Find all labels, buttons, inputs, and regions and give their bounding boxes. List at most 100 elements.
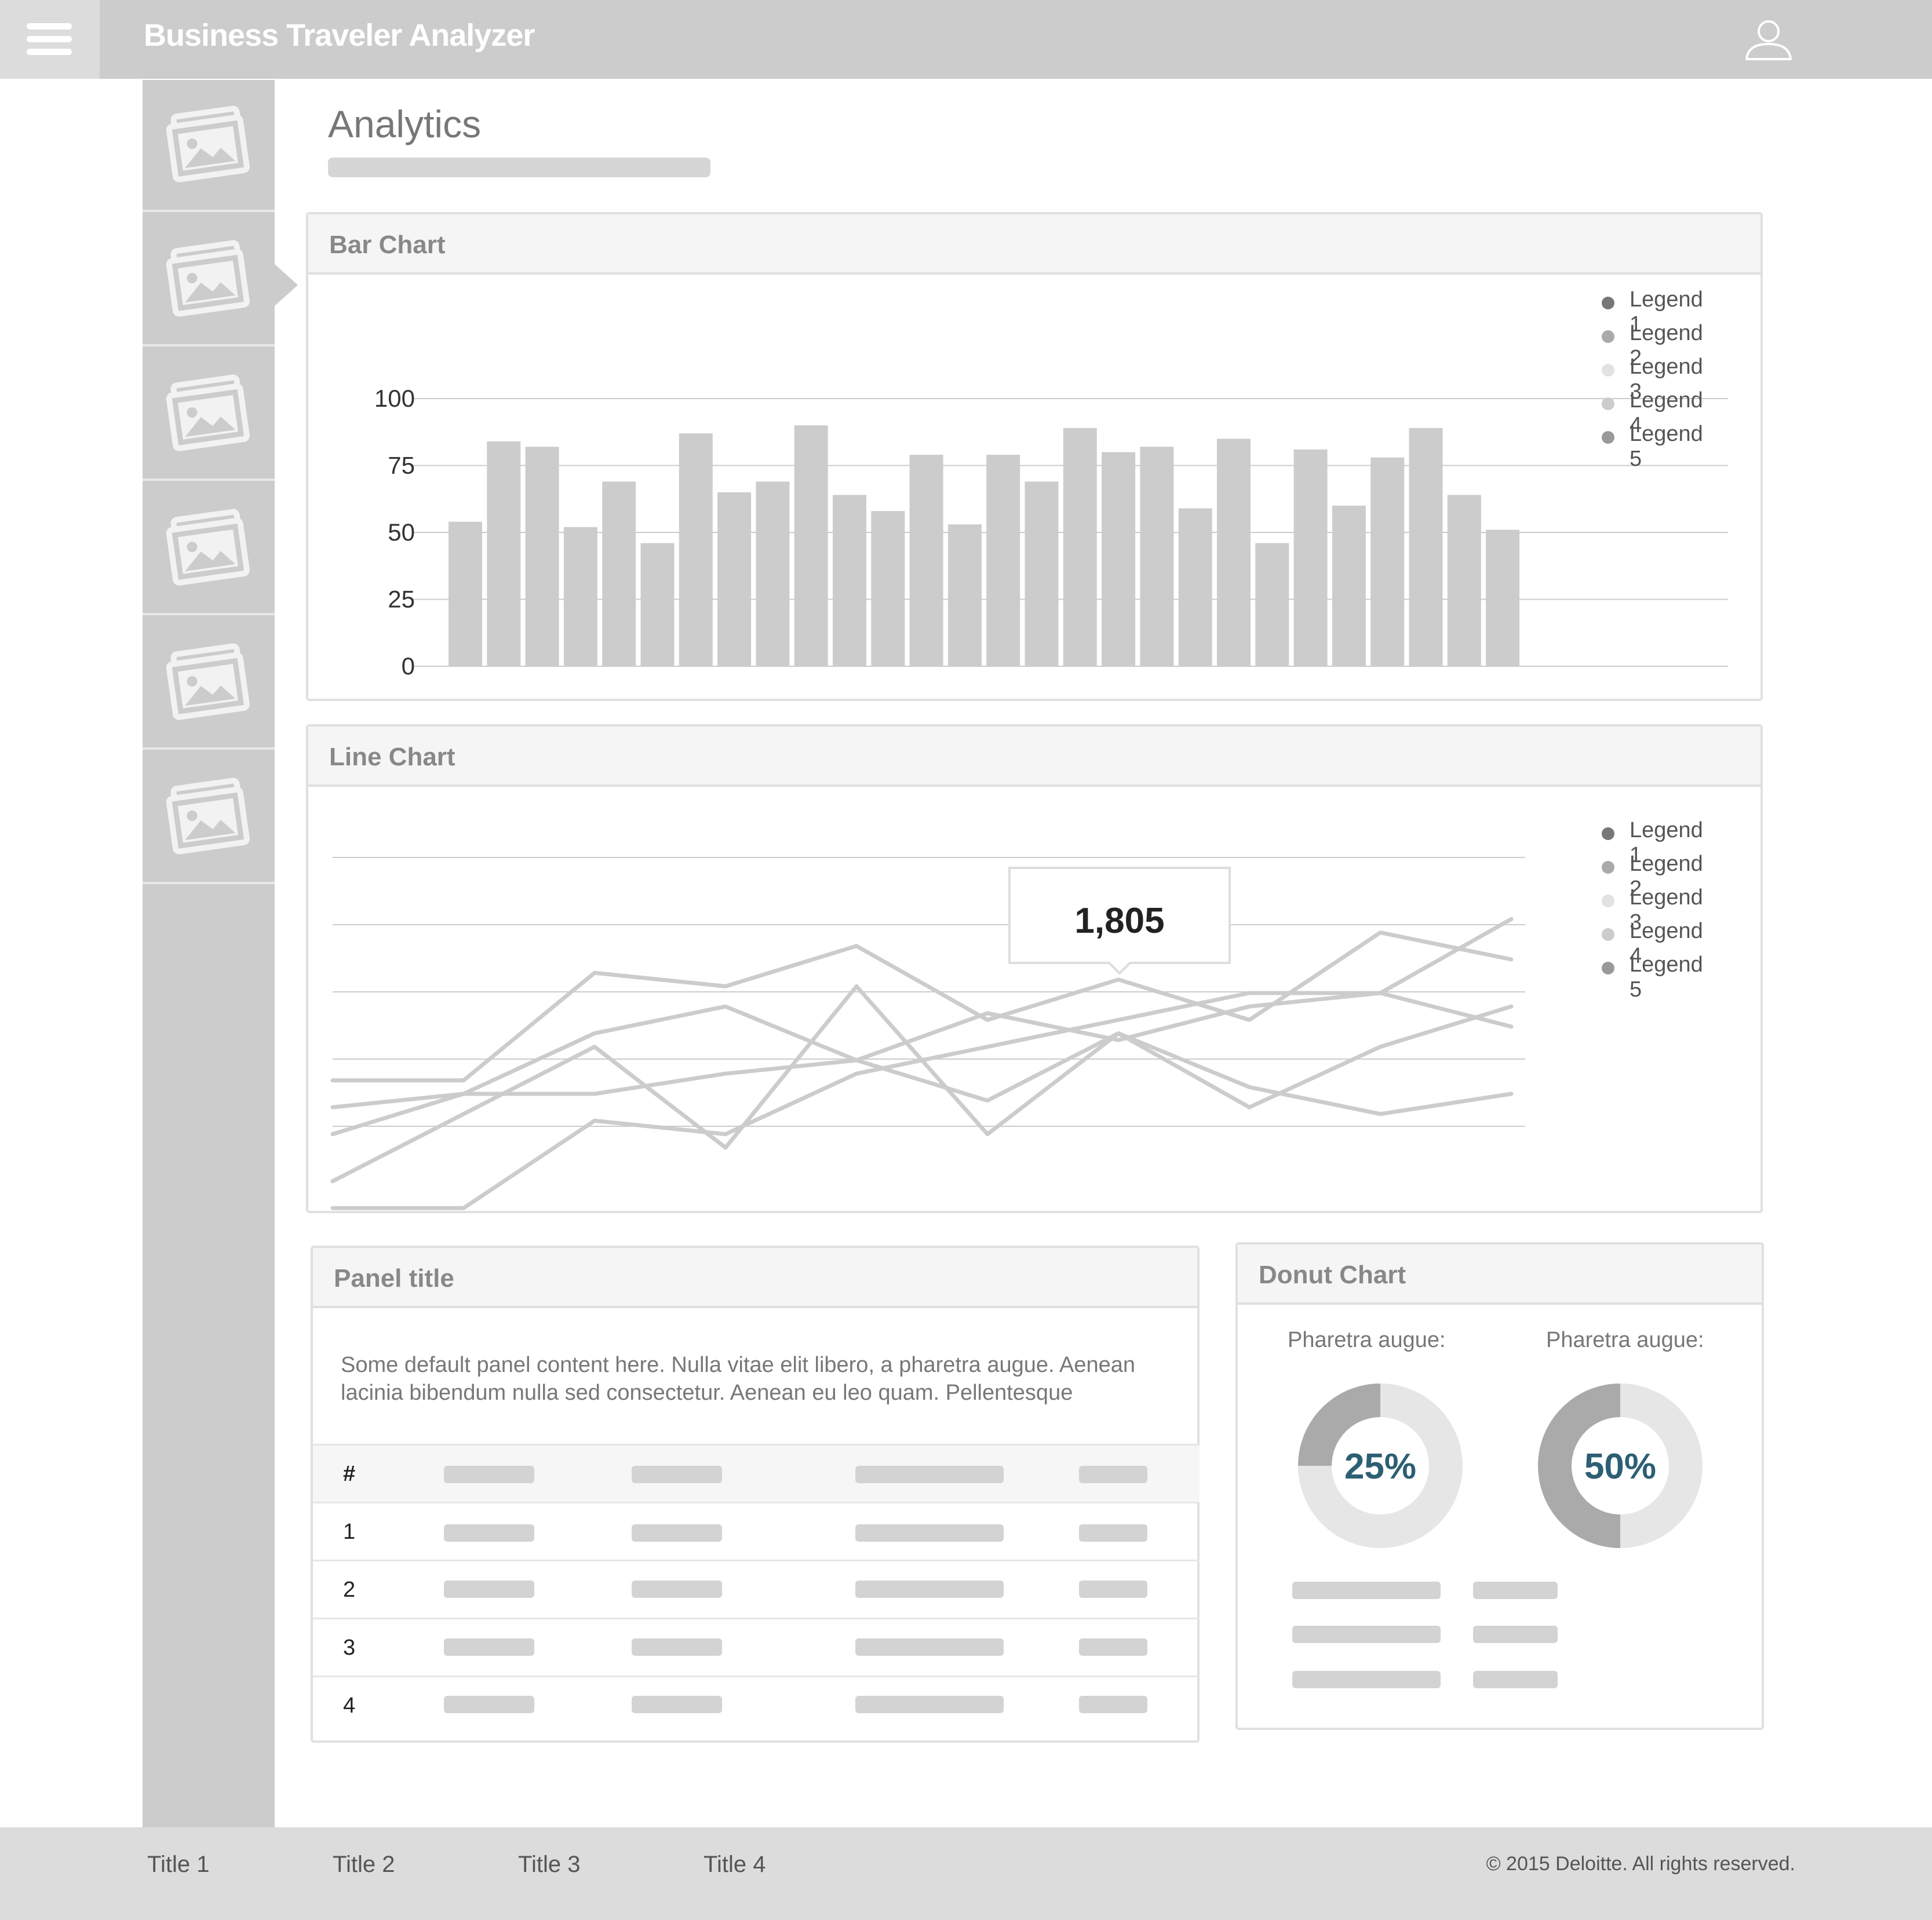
- placeholder-cell: [632, 1580, 722, 1598]
- placeholder-cell: [1079, 1524, 1147, 1542]
- placeholder-cell: [855, 1696, 1004, 1713]
- bar: [1102, 452, 1136, 666]
- donut-label: Pharetra augue:: [1546, 1328, 1704, 1352]
- bar: [833, 495, 866, 666]
- legend-dot-icon: [1602, 827, 1614, 840]
- bar: [1140, 447, 1174, 666]
- legend-dot-icon: [1602, 861, 1614, 874]
- copyright-text: © 2015 Deloitte. All rights reserved.: [1486, 1853, 1795, 1875]
- row-number: 1: [343, 1520, 356, 1544]
- sidebar-item-4[interactable]: [143, 483, 275, 615]
- image-icon: [166, 105, 250, 182]
- panel-header: Panel title: [313, 1248, 1197, 1308]
- y-tick-label: 75: [388, 452, 415, 479]
- bar: [449, 521, 482, 666]
- placeholder-cell: [632, 1524, 722, 1542]
- row-number: 4: [343, 1693, 356, 1718]
- bar: [947, 524, 982, 666]
- bar: [679, 433, 713, 666]
- panel-title: Panel title: [334, 1264, 454, 1293]
- series-line: [330, 991, 1514, 1137]
- panel-header: Bar Chart: [308, 214, 1760, 275]
- legend-dot-icon: [1602, 962, 1614, 974]
- placeholder-cell: [1079, 1696, 1147, 1713]
- y-tick-label: 100: [374, 385, 415, 412]
- footer-link-title-2[interactable]: Title 2: [333, 1852, 395, 1878]
- bar: [1486, 530, 1520, 666]
- row-number: 2: [343, 1578, 356, 1602]
- bar: [1063, 428, 1097, 666]
- legend-dot-icon: [1602, 895, 1614, 907]
- panel-title: Donut Chart: [1259, 1261, 1406, 1289]
- legend-dot-icon: [1602, 330, 1614, 343]
- placeholder-bar: [1473, 1671, 1558, 1688]
- bar: [871, 511, 905, 666]
- app-title: Business Traveler Analyzer: [144, 18, 535, 53]
- bar: [602, 481, 636, 666]
- body-text-line: lacinia bibendum nulla sed consectetur. …: [341, 1381, 1073, 1405]
- tooltip-value: 1,805: [1074, 901, 1164, 941]
- row-number: 3: [343, 1636, 356, 1660]
- panel-title: Line Chart: [329, 743, 455, 771]
- table-row[interactable]: 4: [313, 1676, 1200, 1740]
- bar: [1332, 505, 1366, 666]
- legend-label: Legend 5: [1630, 952, 1703, 1002]
- sidebar-item-6[interactable]: [143, 752, 275, 884]
- placeholder-cell: [444, 1524, 534, 1542]
- bar: [909, 455, 943, 666]
- panel-header: Line Chart: [308, 727, 1760, 787]
- sidebar-item-2[interactable]: [143, 214, 275, 346]
- placeholder-bar: [1292, 1671, 1441, 1688]
- placeholder-bar: [1473, 1582, 1558, 1599]
- panel-header: Donut Chart: [1238, 1244, 1762, 1305]
- sidebar: [143, 80, 275, 1827]
- bar: [794, 425, 828, 666]
- placeholder-cell: [855, 1524, 1004, 1542]
- bar: [1178, 508, 1212, 666]
- donut-percent-label: 25%: [1344, 1447, 1416, 1487]
- series-line: [330, 984, 1514, 1184]
- footer: Title 1 Title 2 Title 3 Title 4 © 2015 D…: [0, 1827, 1932, 1920]
- footer-link-title-4[interactable]: Title 4: [703, 1852, 765, 1878]
- placeholder-cell: [632, 1638, 722, 1656]
- placeholder-cell: [1079, 1466, 1147, 1483]
- table-header-cell: #: [343, 1462, 356, 1486]
- table-header-row: #: [313, 1444, 1200, 1502]
- sidebar-item-3[interactable]: [143, 349, 275, 481]
- bar: [487, 441, 521, 666]
- sidebar-item-1[interactable]: [143, 80, 275, 212]
- bar: [1025, 481, 1059, 666]
- footer-link-title-3[interactable]: Title 3: [518, 1852, 580, 1878]
- bar-chart: 0 25 50 75 100: [374, 385, 1728, 680]
- line-chart: 1,805: [330, 857, 1525, 1210]
- sidebar-item-5[interactable]: [143, 618, 275, 750]
- placeholder-cell: [855, 1580, 1004, 1598]
- image-icon: [166, 509, 250, 586]
- table-row[interactable]: 1: [313, 1502, 1200, 1560]
- bar: [1447, 495, 1481, 666]
- user-profile-icon[interactable]: [1743, 17, 1794, 61]
- placeholder-cell: [1079, 1580, 1147, 1598]
- table-panel: Panel title Some default panel content h…: [311, 1246, 1200, 1743]
- y-tick-label: 50: [388, 519, 415, 546]
- tooltip: 1,805: [1008, 867, 1231, 975]
- bar: [640, 543, 675, 666]
- image-icon: [166, 374, 250, 451]
- table-row[interactable]: 2: [313, 1560, 1200, 1618]
- placeholder-cell: [444, 1638, 534, 1656]
- legend-dot-icon: [1602, 431, 1614, 444]
- footer-link-title-1[interactable]: Title 1: [147, 1852, 209, 1878]
- body-text-line: Some default panel content here. Nulla v…: [341, 1353, 1136, 1377]
- placeholder-bar: [1292, 1582, 1441, 1599]
- bar: [986, 455, 1020, 666]
- legend-dot-icon: [1602, 397, 1614, 410]
- table-row[interactable]: 3: [313, 1618, 1200, 1676]
- panel-title: Bar Chart: [329, 231, 446, 259]
- menu-button[interactable]: [0, 0, 100, 79]
- donut-label: Pharetra augue:: [1288, 1328, 1446, 1352]
- image-icon: [166, 778, 250, 855]
- active-indicator-arrow: [275, 264, 298, 306]
- placeholder-cell: [855, 1638, 1004, 1656]
- y-tick-label: 25: [388, 586, 415, 613]
- bar: [525, 447, 559, 666]
